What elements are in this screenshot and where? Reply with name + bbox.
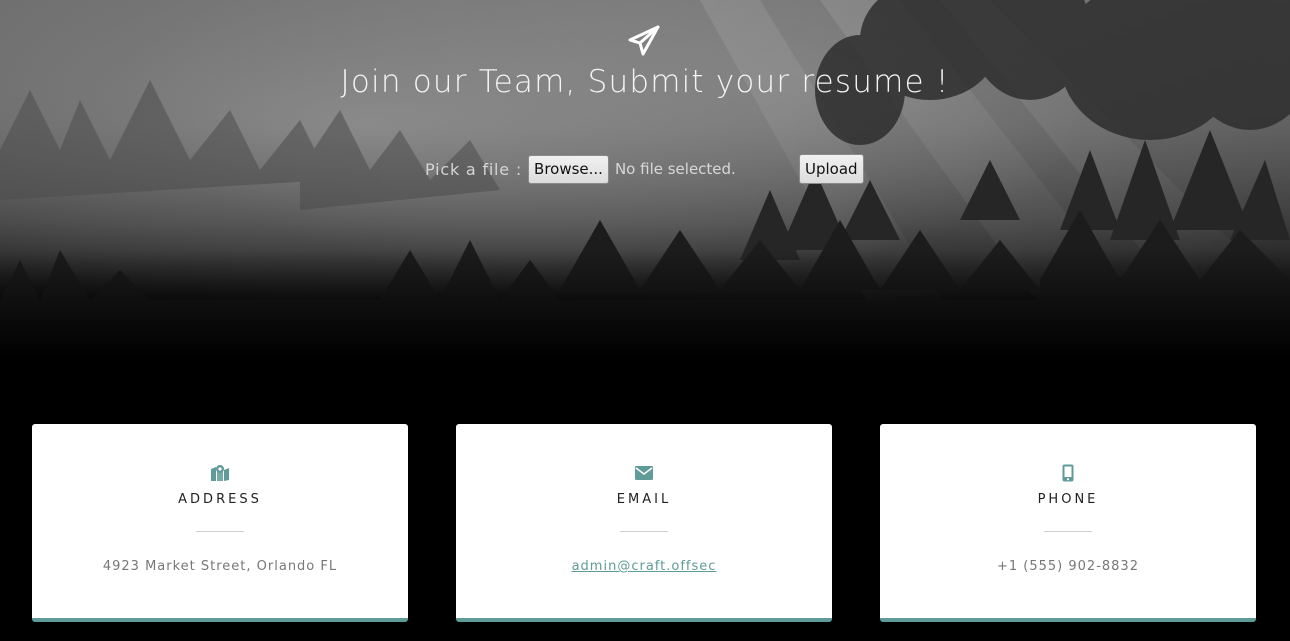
map-icon (211, 465, 229, 481)
no-file-status: No file selected. (614, 160, 736, 178)
phone-divider (1044, 531, 1092, 532)
hero-fade (0, 250, 1290, 360)
paper-plane-icon (628, 25, 660, 56)
email-divider (620, 531, 668, 532)
phone-card: PHONE +1 (555) 902-8832 (880, 424, 1256, 622)
address-value: 4923 Market Street, Orlando FL (102, 559, 338, 574)
envelope-icon (635, 466, 653, 480)
browse-button[interactable]: Browse... (528, 154, 609, 184)
address-divider (196, 531, 244, 532)
address-card: ADDRESS 4923 Market Street, Orlando FL (32, 424, 408, 622)
hero-title: Join our Team, Submit your resume ! (340, 64, 950, 100)
email-title: EMAIL (616, 492, 672, 507)
upload-button[interactable]: Upload (799, 154, 864, 184)
email-card: EMAIL admin@craft.offsec (456, 424, 832, 622)
file-picker: Pick a file : Browse... No file selected… (425, 154, 736, 184)
pick-file-label: Pick a file : (425, 159, 523, 179)
hero-section: Join our Team, Submit your resume ! Pick… (0, 0, 1290, 360)
address-title: ADDRESS (178, 492, 262, 507)
page: Join our Team, Submit your resume ! Pick… (0, 0, 1290, 641)
phone-title: PHONE (1037, 492, 1099, 507)
email-link[interactable]: admin@craft.offsec (572, 559, 717, 574)
mobile-phone-icon (1062, 464, 1074, 482)
phone-value: +1 (555) 902-8832 (997, 559, 1139, 574)
